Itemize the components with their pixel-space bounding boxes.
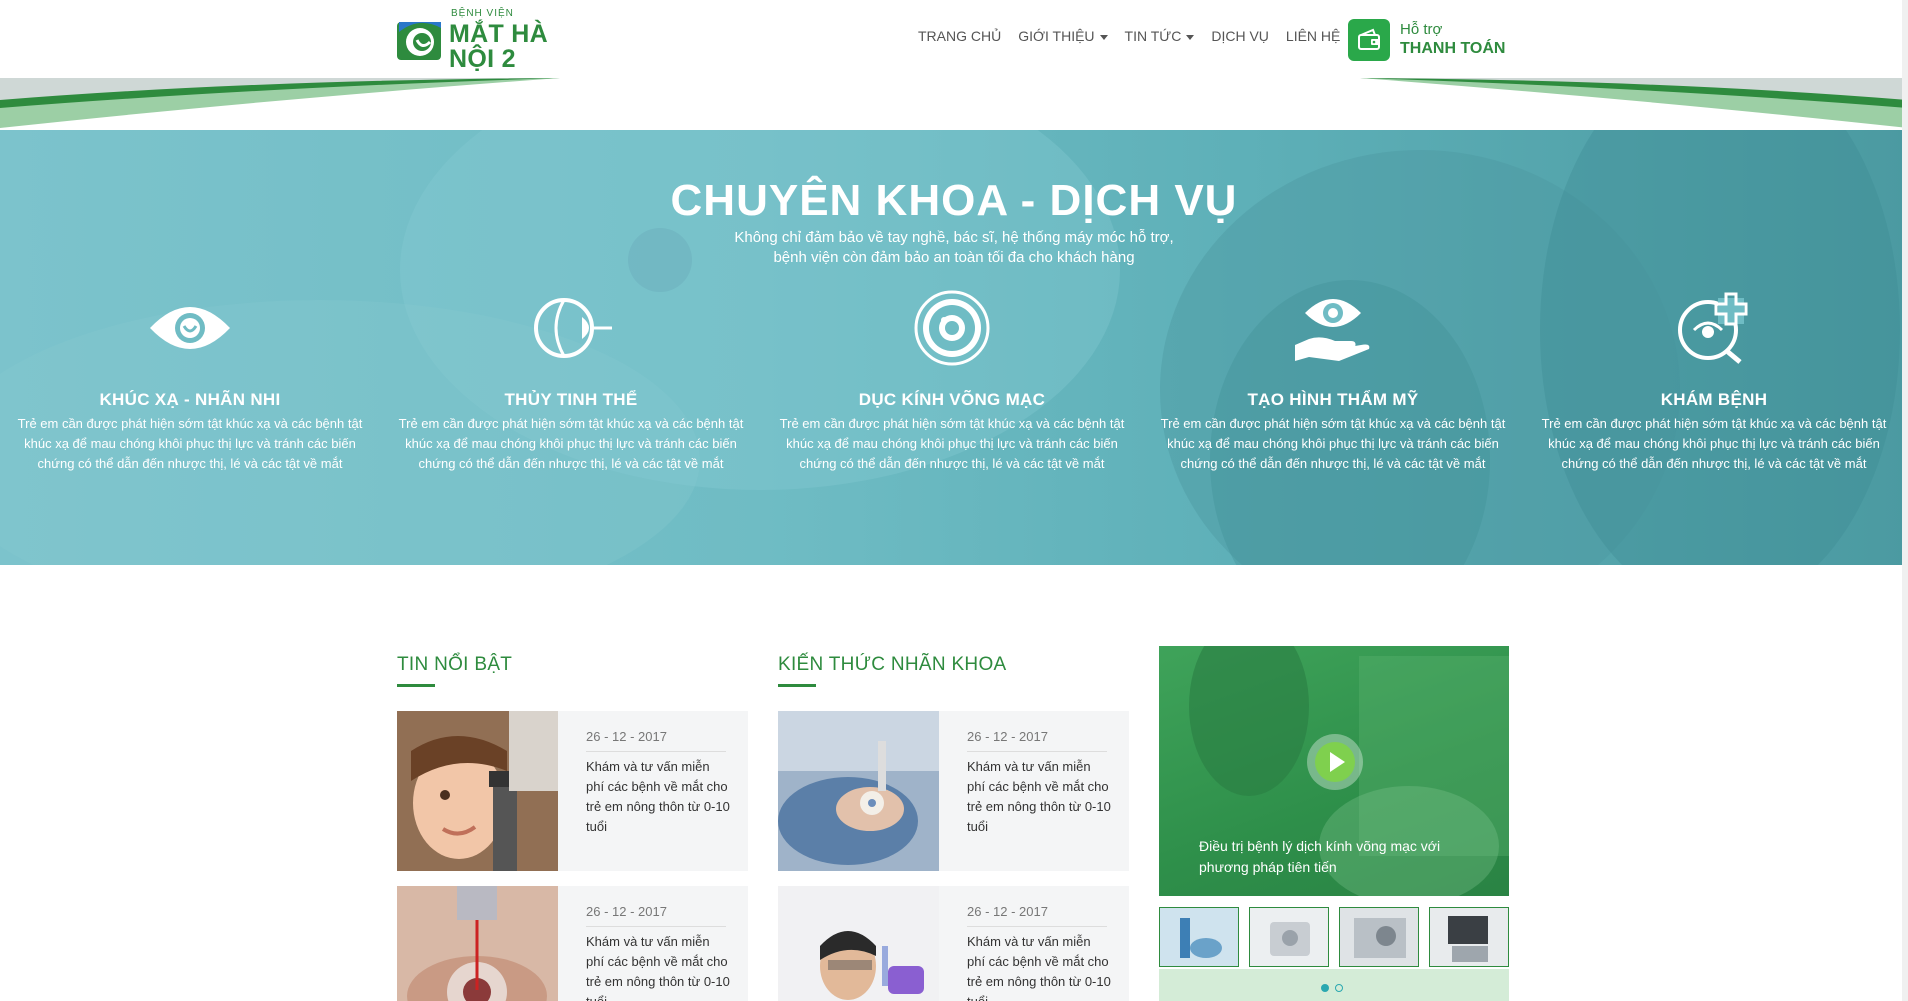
video-caption: Điều trị bệnh lý dịch kính võng mạc với … [1199, 838, 1441, 875]
divider [586, 751, 726, 752]
video-thumbnail[interactable] [1429, 907, 1509, 967]
caret-down-icon [1099, 34, 1108, 40]
service-description: Trẻ em cần được phát hiện sớm tật khúc x… [398, 416, 744, 471]
pay-small-text: Hỗ trợ [1400, 20, 1443, 38]
retina-icon [907, 288, 997, 368]
news-date: 26 - 12 - 2017 [586, 729, 667, 744]
logo-mark-icon [397, 18, 443, 62]
site-header: BỆNH VIỆN MẮT HÀ NỘI 2 TRANG CHỦ GIỚI TH… [0, 0, 1908, 80]
service-tao-hinh-tham-my[interactable]: TẠO HÌNH THẨM MỸ Trẻ em cần được phát hi… [1153, 288, 1513, 474]
nav-label: TRANG CHỦ [918, 28, 1002, 44]
service-title: KHÚC XẠ - NHÃN NHI [99, 390, 281, 409]
video-thumbnail[interactable] [1249, 907, 1329, 967]
service-title: DỤC KÍNH VÕNG MẠC [858, 390, 1046, 409]
medical-search-icon [1669, 288, 1759, 368]
knowledge-card[interactable]: 26 - 12 - 2017 Khám và tư vấn miễn phí c… [778, 886, 1129, 1001]
nav-lien-he[interactable]: LIÊN HỆ [1286, 28, 1340, 44]
main-nav: TRANG CHỦ GIỚI THIỆU TIN TỨC DỊCH VỤ LIÊ… [918, 28, 1357, 44]
nav-tin-tuc[interactable]: TIN TỨC [1125, 28, 1195, 44]
payment-support-button[interactable]: Hỗ trợ THANH TOÁN [1348, 19, 1505, 61]
divider [967, 751, 1107, 752]
knowledge-text[interactable]: Khám và tư vấn miễn phí các bệnh về mắt … [967, 757, 1112, 837]
knowledge-text[interactable]: Khám và tư vấn miễn phí các bệnh về mắt … [967, 932, 1112, 1001]
hero-subtitle-line: Không chỉ đảm bảo về tay nghề, bác sĩ, h… [734, 229, 1174, 246]
nav-label: LIÊN HỆ [1285, 28, 1341, 44]
hero-subtitle: Không chỉ đảm bảo về tay nghề, bác sĩ, h… [0, 228, 1908, 268]
knowledge-thumbnail-image[interactable] [778, 886, 939, 1001]
news-thumbnail-image[interactable] [397, 886, 558, 1001]
video-thumbnail[interactable] [1339, 907, 1419, 967]
service-kham-benh[interactable]: KHÁM BỆNH Trẻ em cần được phát hiện sớm … [1534, 288, 1894, 474]
slider-dot-active[interactable] [1321, 984, 1329, 992]
hero-title: CHUYÊN KHOA - DỊCH VỤ [670, 176, 1238, 225]
wallet-icon [1348, 19, 1390, 61]
video-thumbnail[interactable] [1159, 907, 1239, 967]
news-text[interactable]: Khám và tư vấn miễn phí các bệnh về mắt … [586, 757, 731, 837]
news-date: 26 - 12 - 2017 [586, 904, 667, 919]
divider [967, 926, 1107, 927]
news-text[interactable]: Khám và tư vấn miễn phí các bệnh về mắt … [586, 932, 731, 1001]
slider-footer [1159, 969, 1509, 1001]
news-card[interactable]: 26 - 12 - 2017 Khám và tư vấn miễn phí c… [397, 711, 748, 871]
nav-label: TIN TỨC [1124, 28, 1182, 44]
slider-dots [1321, 984, 1343, 992]
hospital-logo[interactable]: BỆNH VIỆN MẮT HÀ NỘI 2 [397, 8, 597, 71]
knowledge-date: 26 - 12 - 2017 [967, 904, 1048, 919]
slider-dot[interactable] [1335, 984, 1343, 992]
eye-hand-icon [1288, 288, 1378, 368]
services-hero: CHUYÊN KHOA - DỊCH VỤ Không chỉ đảm bảo … [0, 130, 1908, 565]
divider [586, 926, 726, 927]
service-khuc-xa[interactable]: KHÚC XẠ - NHÃN NHI Trẻ em cần được phát … [10, 288, 370, 474]
service-description: Trẻ em cần được phát hiện sớm tật khúc x… [1541, 416, 1887, 471]
nav-trang-chu[interactable]: TRANG CHỦ [918, 28, 1001, 44]
service-title: KHÁM BỆNH [1660, 390, 1768, 409]
service-title: TẠO HÌNH THẨM MỸ [1247, 390, 1419, 409]
knowledge-card[interactable]: 26 - 12 - 2017 Khám và tư vấn miễn phí c… [778, 711, 1129, 871]
service-title: THỦY TINH THỂ [504, 390, 638, 409]
nav-gioi-thieu[interactable]: GIỚI THIỆU [1018, 28, 1108, 44]
logo-big-text: MẮT HÀ NỘI 2 [449, 19, 549, 73]
hero-subtitle-line: bệnh viện còn đảm bảo an toàn tối đa cho… [773, 249, 1135, 266]
knowledge-thumbnail-image[interactable] [778, 711, 939, 871]
nav-dich-vu[interactable]: DỊCH VỤ [1211, 28, 1269, 44]
video-thumbnails [1159, 907, 1509, 969]
service-duc-kinh-vong-mac[interactable]: DỤC KÍNH VÕNG MẠC Trẻ em cần được phát h… [772, 288, 1132, 474]
nav-label: DỊCH VỤ [1211, 28, 1269, 44]
play-icon[interactable] [1307, 734, 1363, 790]
section-underline [778, 684, 816, 687]
caret-down-icon [1186, 34, 1195, 40]
page-scrollbar[interactable] [1902, 0, 1908, 1001]
pay-big-text: THANH TOÁN [1400, 40, 1506, 58]
featured-video[interactable]: Điều trị bệnh lý dịch kính võng mạc với … [1159, 646, 1509, 896]
news-card[interactable]: 26 - 12 - 2017 Khám và tư vấn miễn phí c… [397, 886, 748, 1001]
service-thuy-tinh-the[interactable]: THỦY TINH THỂ Trẻ em cần được phát hiện … [391, 288, 751, 474]
section-underline [397, 684, 435, 687]
eyeball-icon [526, 288, 616, 368]
knowledge-date: 26 - 12 - 2017 [967, 729, 1048, 744]
service-description: Trẻ em cần được phát hiện sớm tật khúc x… [17, 416, 363, 471]
nav-label: GIỚI THIỆU [1018, 28, 1095, 44]
service-description: Trẻ em cần được phát hiện sớm tật khúc x… [1160, 416, 1506, 471]
news-thumbnail-image[interactable] [397, 711, 558, 871]
decorative-strip [0, 78, 1908, 130]
logo-small-text: BỆNH VIỆN [451, 7, 514, 19]
news-section-title: TIN NỔI BẬT [397, 654, 513, 675]
eye-icon [145, 288, 235, 368]
service-description: Trẻ em cần được phát hiện sớm tật khúc x… [779, 416, 1125, 471]
knowledge-section-title: KIẾN THỨC NHÃN KHOA [778, 654, 1007, 675]
